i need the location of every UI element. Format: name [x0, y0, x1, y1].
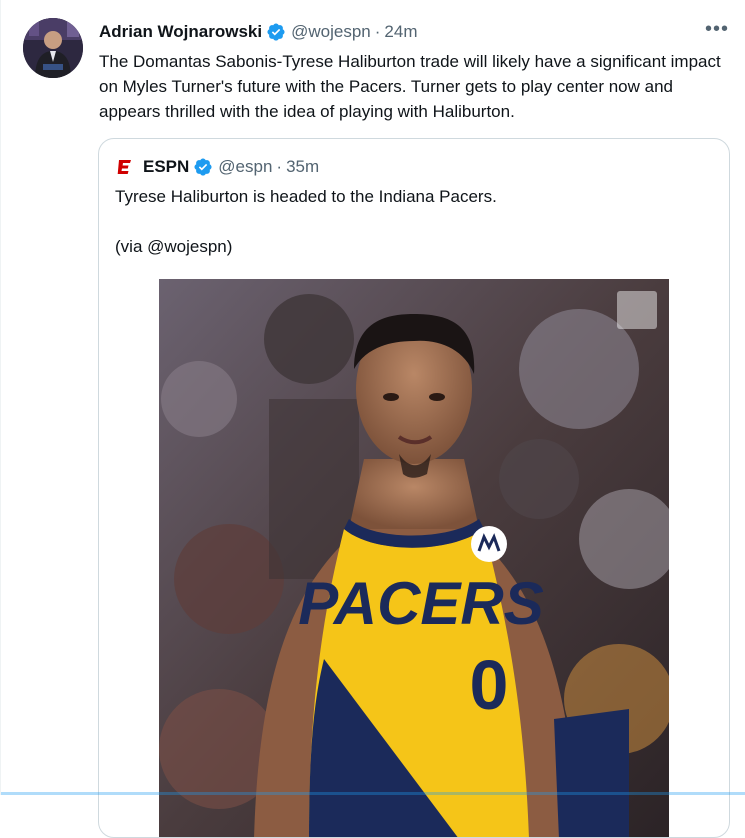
jersey-lettering: PACERS: [298, 570, 544, 637]
tweet[interactable]: Adrian Wojnarowski @wojespn · 24m ••• Th…: [0, 0, 745, 838]
quoted-tweet-photo[interactable]: PACERS 0: [159, 279, 669, 837]
espn-watermark-icon: [617, 291, 657, 329]
quoted-author-name[interactable]: ESPN: [143, 157, 189, 177]
tweet-timestamp[interactable]: 24m: [384, 22, 417, 42]
quoted-tweet-text: Tyrese Haliburton is headed to the India…: [115, 187, 497, 206]
jersey-number: 0: [470, 646, 509, 724]
quoted-tweet-header: ESPN @espn · 35m: [115, 155, 319, 179]
author-avatar[interactable]: [23, 18, 83, 78]
verified-badge-icon: [194, 158, 212, 176]
author-name[interactable]: Adrian Wojnarowski: [99, 22, 262, 42]
player-photo: PACERS 0: [159, 279, 669, 837]
verified-badge-icon: [267, 23, 285, 41]
avatar-image: [23, 18, 83, 78]
separator-dot: ·: [276, 157, 283, 176]
author-handle[interactable]: @wojespn: [291, 22, 371, 42]
quoted-tweet-timestamp: 35m: [286, 157, 320, 176]
separator-dot: ·: [374, 22, 381, 41]
quoted-tweet-credit: (via @wojespn): [115, 237, 233, 256]
quoted-author-handle: @espn: [218, 157, 273, 176]
tweet-header: Adrian Wojnarowski @wojespn · 24m: [99, 20, 418, 44]
more-options-icon[interactable]: •••: [701, 18, 733, 46]
quoted-tweet[interactable]: ESPN @espn · 35m Tyrese Haliburton is he…: [98, 138, 730, 838]
espn-logo-icon: [115, 157, 135, 177]
tweet-text: The Domantas Sabonis-Tyrese Haliburton t…: [99, 52, 721, 121]
